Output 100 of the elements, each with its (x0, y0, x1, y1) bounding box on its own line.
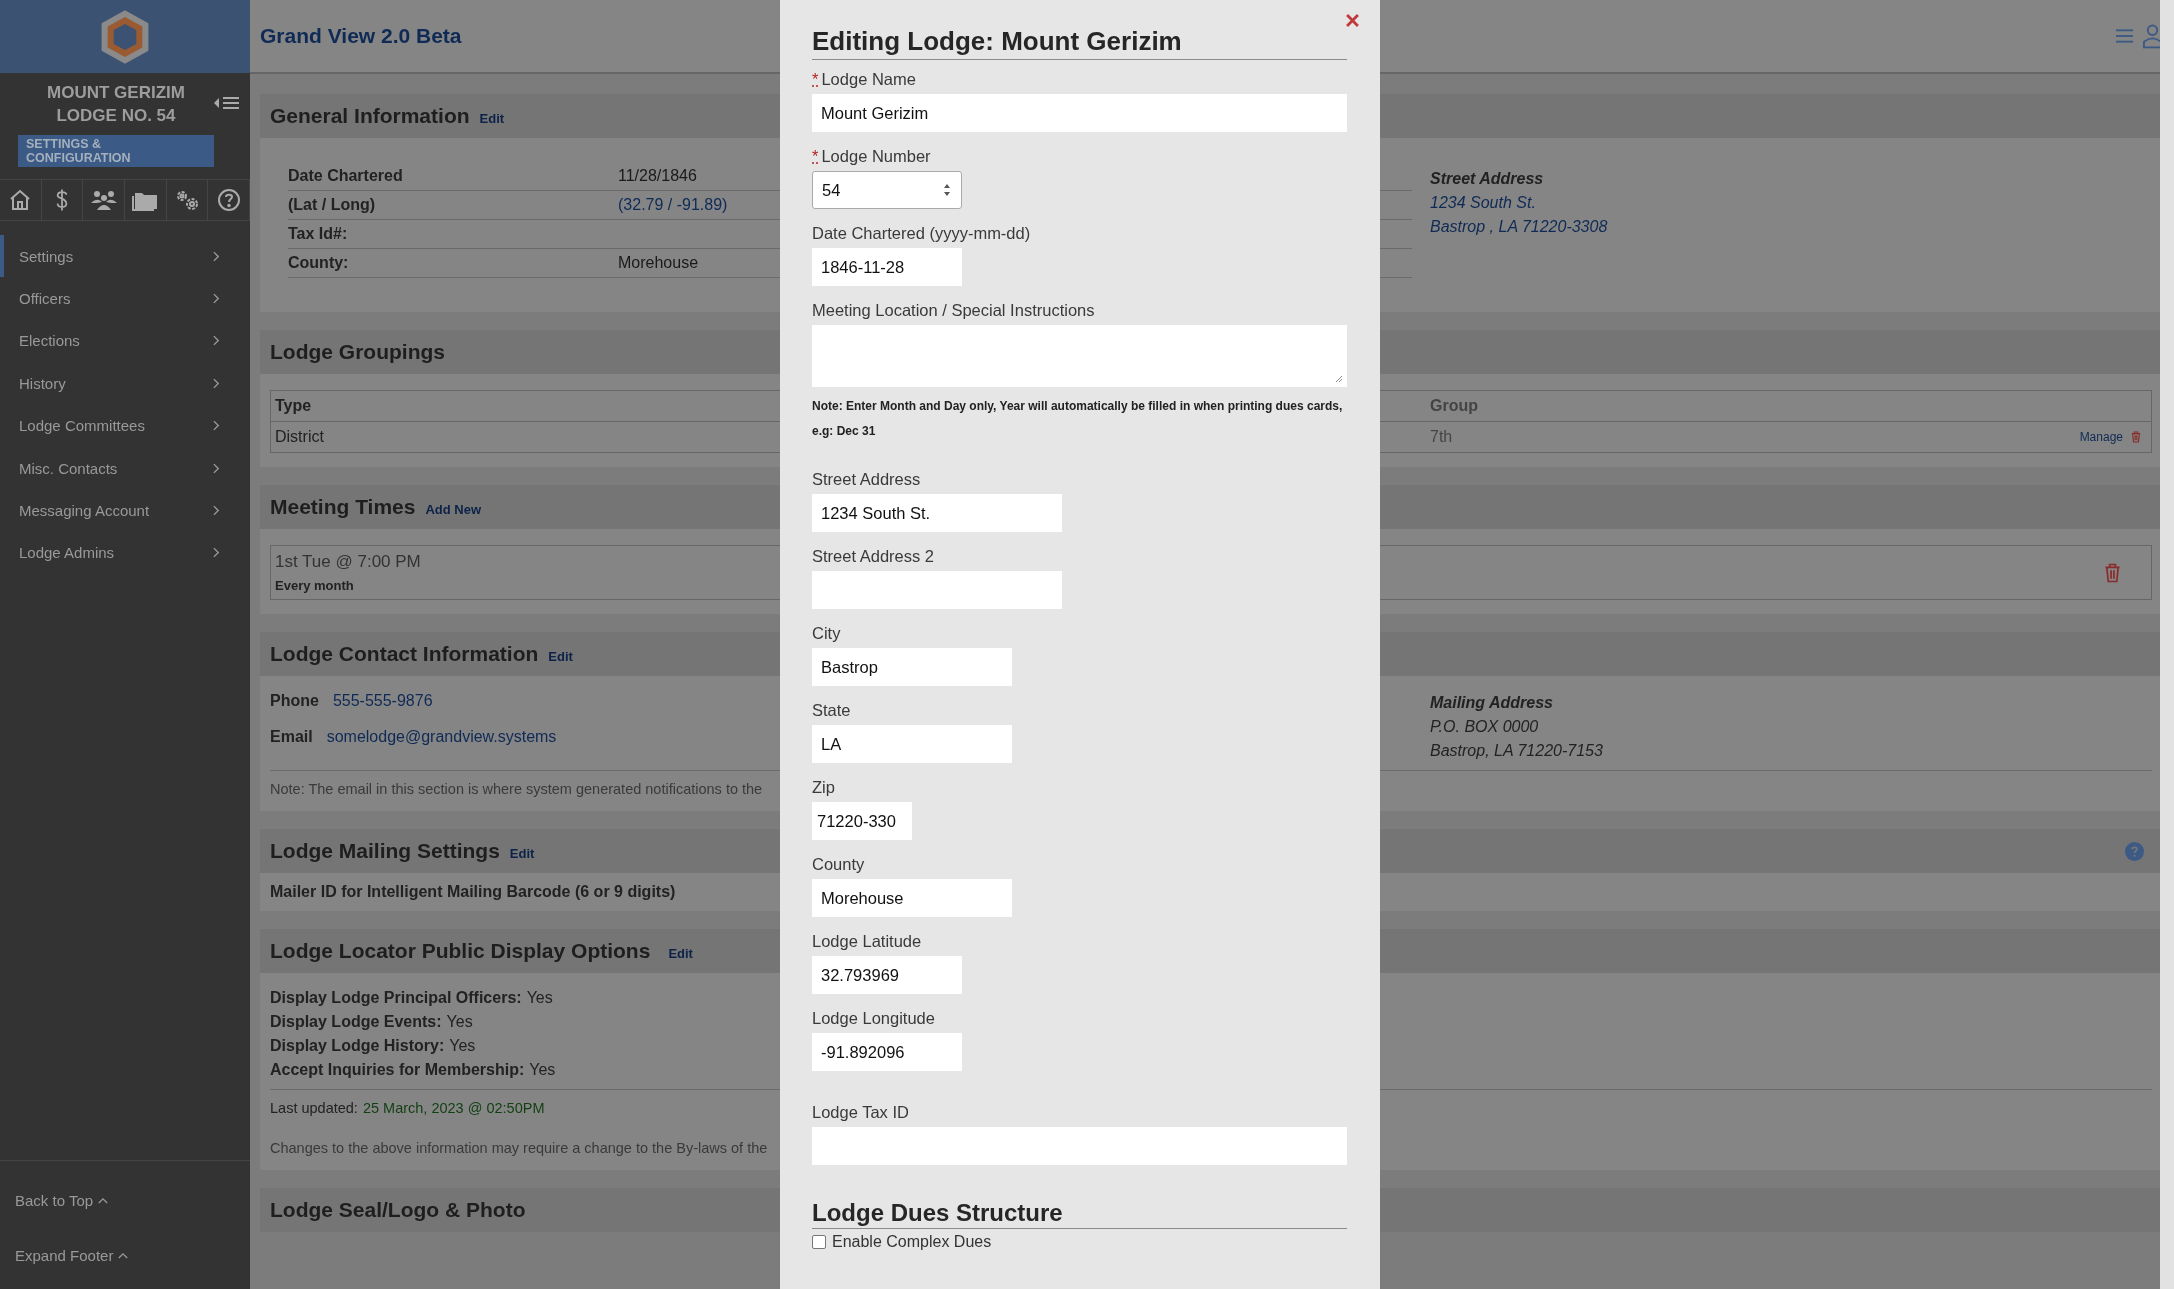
option-value: Yes (529, 1061, 556, 1079)
option-value: Yes (446, 1013, 473, 1031)
input-field[interactable]: Morehouse (812, 879, 1012, 917)
sidebar-item[interactable]: Misc. Contacts (0, 446, 236, 490)
field-label: Street Address (812, 469, 921, 489)
field-label: Date Chartered (yyyy-mm-dd) (812, 223, 1031, 243)
table-cell: District (275, 428, 324, 445)
chevron-right-icon (213, 462, 220, 474)
email-link[interactable]: somelodge@grandview.systems (326, 728, 557, 746)
field-label: Street Address 2 (812, 546, 934, 566)
section-title: Meeting Times (270, 495, 416, 519)
field-value: Morehouse (618, 254, 699, 272)
sidebar-item[interactable]: History (0, 362, 236, 405)
field-label: (Lat / Long) (288, 196, 377, 214)
number-input[interactable]: 54 (812, 171, 962, 209)
phone-label: Phone (270, 692, 319, 710)
checkbox[interactable] (812, 1235, 826, 1249)
meeting-frequency: Every month (275, 578, 355, 593)
section-title: Lodge Seal/Logo & Photo (270, 1198, 526, 1222)
column-header: Group (1430, 397, 1478, 414)
manage-link[interactable]: Manage (2079, 430, 2123, 444)
option-label: Display Lodge History: (270, 1037, 445, 1055)
sidebar-item[interactable]: Settings (0, 235, 236, 278)
dialog-title: Editing Lodge: Mount Gerizim (812, 26, 1347, 60)
section-title: Lodge Dues Structure (812, 1199, 1347, 1229)
meeting-time: 1st Tue @ 7:00 PM (275, 552, 421, 572)
field-label: County: (288, 254, 350, 272)
dollar-icon[interactable] (55, 188, 69, 212)
field-label: Date Chartered (288, 167, 404, 185)
address-line: 1234 South St. (1430, 194, 1536, 212)
edit-link[interactable]: Edit (509, 841, 535, 861)
users-icon[interactable] (89, 189, 118, 211)
input-field[interactable]: 32.793969 (812, 956, 962, 994)
address-line: P.O. BOX 0000 (1430, 718, 1539, 736)
input-field[interactable]: 1846-11-28 (812, 248, 962, 286)
field-label: Lodge Number (821, 146, 931, 166)
footer-link[interactable]: Expand Footer (0, 1228, 250, 1283)
edit-link[interactable]: Edit (479, 106, 505, 126)
sidebar-item[interactable]: Lodge Admins (0, 531, 236, 575)
footer-link[interactable]: Back to Top (0, 1173, 250, 1228)
field-label: County (812, 854, 865, 874)
chevron-right-icon (213, 420, 220, 432)
sidebar-item[interactable]: Officers (0, 277, 236, 320)
note-text: Note: Enter Month and Day only, Year will automatically be filled in when printing dues cards, e.g: Dec 31 (812, 398, 1344, 440)
trash-icon[interactable] (2104, 562, 2121, 583)
column-header: Type (275, 397, 312, 414)
section-title: Lodge Mailing Settings (270, 839, 500, 863)
option-value: Yes (526, 989, 553, 1007)
required-mark: * (812, 146, 819, 166)
edit-link[interactable]: Edit (668, 941, 693, 961)
sidebar-item[interactable]: Lodge Committees (0, 404, 236, 447)
input-field[interactable] (812, 571, 1062, 609)
hexagon-logo-icon[interactable] (99, 7, 151, 66)
chevron-right-icon (213, 293, 220, 305)
help-icon[interactable] (216, 188, 241, 212)
lodge-name: MOUNT GERIZIM (47, 83, 185, 103)
section-title: Lodge Groupings (270, 340, 445, 364)
address-heading: Mailing Address (1430, 694, 1553, 712)
updated-timestamp: 25 March, 2023 @ 02:50PM (362, 1100, 545, 1116)
address-line: Bastrop, LA 71220-7153 (1430, 742, 1603, 760)
edit-link[interactable]: Edit (548, 644, 573, 664)
field-label: Lodge Longitude (812, 1008, 935, 1028)
address-line: Bastrop , LA 71220-3308 (1430, 218, 1608, 236)
coordinates-link[interactable]: (32.79 / -91.89) (618, 196, 728, 214)
resize-grip-icon[interactable] (1335, 375, 1343, 383)
close-icon[interactable] (1346, 14, 1359, 27)
field-value: 11/28/1846 (618, 167, 697, 185)
trash-icon[interactable] (2131, 431, 2141, 443)
input-field[interactable]: Mount Gerizim (812, 94, 1347, 132)
scrollbar[interactable] (2160, 0, 2174, 1289)
required-mark: * (812, 69, 819, 89)
input-field[interactable]: -91.892096 (812, 1033, 962, 1071)
field-label: Lodge Tax ID (812, 1102, 909, 1122)
caret-up-icon (118, 1252, 129, 1259)
input-field[interactable]: LA (812, 725, 1012, 763)
sidebar-item[interactable]: Elections (0, 319, 236, 363)
field-label: Zip (812, 777, 835, 797)
chevron-right-icon (213, 250, 220, 262)
sidebar-item[interactable]: Messaging Account (0, 489, 236, 532)
chevron-right-icon (213, 547, 220, 559)
option-value: Yes (449, 1037, 476, 1055)
field-label: Meeting Location / Special Instructions (812, 300, 1095, 320)
input-field[interactable]: Bastrop (812, 648, 1012, 686)
phone-link[interactable]: 555-555-9876 (332, 692, 433, 710)
note-text: Changes to the above information may require a change to the By-laws of the (270, 1140, 768, 1156)
add-new-link[interactable]: Add New (425, 497, 482, 517)
email-label: Email (270, 728, 313, 746)
user-icon[interactable] (2143, 23, 2162, 49)
input-field[interactable]: 71220-330 (812, 802, 912, 840)
input-field[interactable]: 1234 South St. (812, 494, 1062, 532)
collapse-menu-icon[interactable] (214, 95, 240, 111)
spinner-icon[interactable] (942, 182, 952, 198)
lodge-number: LODGE NO. 54 (56, 106, 176, 126)
address-heading: Street Address (1430, 170, 1544, 188)
field-label: Tax Id#: (288, 225, 349, 243)
option-label: Accept Inquiries for Membership: (270, 1061, 525, 1079)
app-title[interactable]: Grand View 2.0 Beta (260, 24, 462, 48)
note-text: Note: The email in this section is where system generated notifications to the (270, 781, 763, 797)
checkbox-label: Enable Complex Dues (832, 1233, 992, 1251)
input-field[interactable] (812, 1127, 1347, 1165)
